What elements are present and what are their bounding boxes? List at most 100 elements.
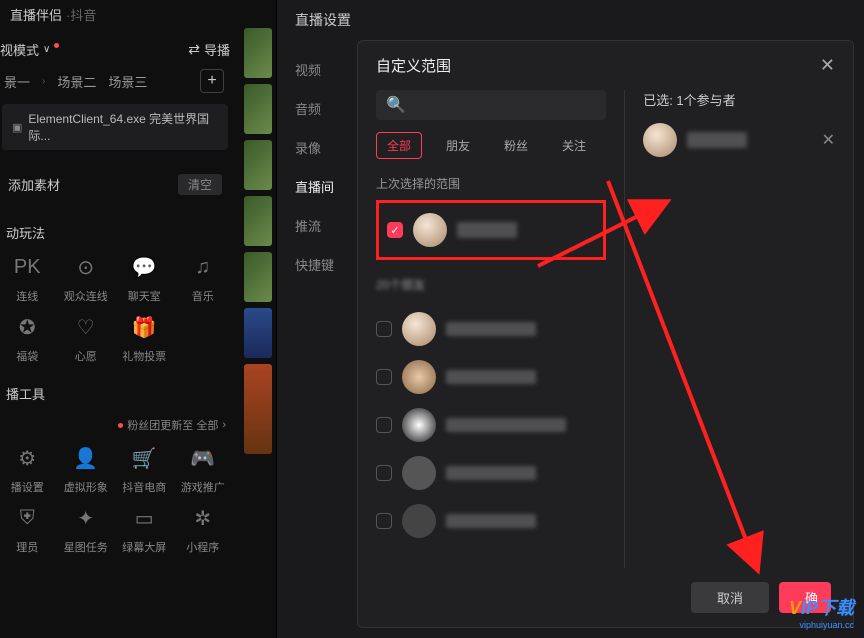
feature-label: 连线 xyxy=(16,288,38,304)
feature-audience[interactable]: ⊙观众连线 xyxy=(59,252,114,304)
app-subtitle: ·抖音 xyxy=(66,5,96,24)
filter-friend[interactable]: 朋友 xyxy=(436,133,480,158)
music-icon: ♫ xyxy=(188,252,218,282)
tool-label: 播设置 xyxy=(11,479,44,495)
friend-row[interactable] xyxy=(376,449,606,497)
friend-row[interactable] xyxy=(376,401,606,449)
checkbox-icon[interactable] xyxy=(376,417,392,433)
nav-room[interactable]: 直播间 xyxy=(277,167,357,206)
feature-music[interactable]: ♫ 音乐 xyxy=(176,252,231,304)
tool-admin[interactable]: ⛨理员 xyxy=(0,503,55,555)
feature-pk[interactable]: PK 连线 xyxy=(0,252,55,304)
friends-count-label: 20个朋友 xyxy=(376,276,606,293)
last-range-label: 上次选择的范围 xyxy=(376,175,606,192)
friend-row[interactable] xyxy=(376,305,606,353)
cancel-button[interactable]: 取消 xyxy=(691,582,769,613)
tool-label: 抖音电商 xyxy=(122,479,166,495)
feature-label: 音乐 xyxy=(192,288,214,304)
scene-2[interactable]: 场景二 xyxy=(57,72,96,91)
filter-all[interactable]: 全部 xyxy=(376,132,422,159)
feature-gift[interactable]: 🎁礼物投票 xyxy=(117,312,172,364)
feature-label: 聊天室 xyxy=(128,288,161,304)
thumbnail[interactable] xyxy=(244,308,272,358)
user-name-blurred xyxy=(446,370,536,384)
user-name-blurred xyxy=(446,466,536,480)
checkbox-checked-icon[interactable]: ✓ xyxy=(387,222,403,238)
tool-setting[interactable]: ⚙ 播设置 xyxy=(0,443,55,495)
feature-chat[interactable]: 💬聊天室 xyxy=(117,252,172,304)
tool-game[interactable]: 🎮游戏推广 xyxy=(176,443,231,495)
feature-label: 心愿 xyxy=(75,348,97,364)
settings-nav: 视频 音频 录像 直播间 推流 快捷键 xyxy=(277,40,357,638)
features-title: 动玩法 xyxy=(0,223,230,242)
tool-shop[interactable]: 🛒抖音电商 xyxy=(117,443,172,495)
add-scene-button[interactable]: + xyxy=(200,69,224,93)
nav-record[interactable]: 录像 xyxy=(277,128,357,167)
avatar xyxy=(402,360,436,394)
modal-title: 自定义范围 xyxy=(376,55,451,76)
avatar xyxy=(402,456,436,490)
close-icon[interactable]: ✕ xyxy=(820,55,835,76)
friend-row[interactable] xyxy=(376,353,606,401)
tool-label: 游戏推广 xyxy=(181,479,225,495)
checkbox-icon[interactable] xyxy=(376,513,392,529)
scene-1[interactable]: 景一 xyxy=(4,72,30,91)
tool-avatar[interactable]: 👤虚拟形象 xyxy=(59,443,114,495)
thumbnail[interactable] xyxy=(244,364,272,454)
thumbnail[interactable] xyxy=(244,84,272,134)
avatar xyxy=(402,408,436,442)
tool-star[interactable]: ✦星图任务 xyxy=(59,503,114,555)
filter-follow[interactable]: 关注 xyxy=(552,133,596,158)
filter-fans[interactable]: 粉丝 xyxy=(494,133,538,158)
star-badge-icon: ✪ xyxy=(12,312,42,342)
pk-icon: PK xyxy=(12,252,42,282)
add-material-label[interactable]: 添加素材 xyxy=(8,175,60,194)
mode-row: 视模式 ∨ ⇄ 导播 xyxy=(0,34,230,64)
swap-icon[interactable]: ⇄ xyxy=(188,41,200,58)
selected-count-label: 已选: 1个参与者 xyxy=(643,90,835,109)
mode-label[interactable]: 视模式 xyxy=(0,40,39,59)
nav-audio[interactable]: 音频 xyxy=(277,89,357,128)
clear-button[interactable]: 清空 xyxy=(178,174,222,195)
feature-lucky[interactable]: ✪ 福袋 xyxy=(0,312,55,364)
thumbnail[interactable] xyxy=(244,196,272,246)
tool-label: 绿幕大屏 xyxy=(122,539,166,555)
chevron-right-icon: › xyxy=(222,419,226,431)
tool-screen[interactable]: ▭绿幕大屏 xyxy=(117,503,172,555)
friend-row[interactable] xyxy=(376,497,606,545)
nav-video[interactable]: 视频 xyxy=(277,50,357,89)
checkbox-icon[interactable] xyxy=(376,465,392,481)
tool-mini[interactable]: ✲小程序 xyxy=(176,503,231,555)
app-title: 直播伴侣 xyxy=(10,5,62,24)
tools-title: 播工具 xyxy=(0,384,230,403)
scene-3[interactable]: 场景三 xyxy=(108,72,147,91)
tool-label: 虚拟形象 xyxy=(64,479,108,495)
avatar xyxy=(402,504,436,538)
source-item[interactable]: ▣ ElementClient_64.exe 完美世界国际... xyxy=(2,104,228,150)
search-input[interactable]: 🔍 xyxy=(376,90,606,120)
checkbox-icon[interactable] xyxy=(376,369,392,385)
chevron-down-icon[interactable]: ∨ xyxy=(43,44,50,55)
feature-heart[interactable]: ♡心愿 xyxy=(59,312,114,364)
dot-icon xyxy=(118,423,123,428)
record-dot-icon xyxy=(54,43,59,48)
gift-icon: 🎁 xyxy=(129,312,159,342)
window-icon: ▣ xyxy=(12,121,22,134)
tool-label: 小程序 xyxy=(186,539,219,555)
remove-icon[interactable]: ✕ xyxy=(822,130,835,150)
search-icon: 🔍 xyxy=(386,95,406,115)
feature-label: 福袋 xyxy=(16,348,38,364)
thumbnail[interactable] xyxy=(244,252,272,302)
nav-push[interactable]: 推流 xyxy=(277,206,357,245)
thumbnail-strip xyxy=(244,28,274,638)
nav-hotkey[interactable]: 快捷键 xyxy=(277,245,357,284)
highlighted-user-row[interactable]: ✓ xyxy=(376,200,606,260)
director-label[interactable]: 导播 xyxy=(204,40,230,59)
checkbox-icon[interactable] xyxy=(376,321,392,337)
thumbnail[interactable] xyxy=(244,140,272,190)
gear-icon: ⚙ xyxy=(12,443,42,473)
user-name-blurred xyxy=(446,418,566,432)
fan-update-row[interactable]: 粉丝团更新至 全部 › xyxy=(4,417,226,433)
thumbnail[interactable] xyxy=(244,28,272,78)
settings-panel: 直播设置 视频 音频 录像 直播间 推流 快捷键 自定义范围 ✕ 🔍 全部 xyxy=(276,0,864,638)
